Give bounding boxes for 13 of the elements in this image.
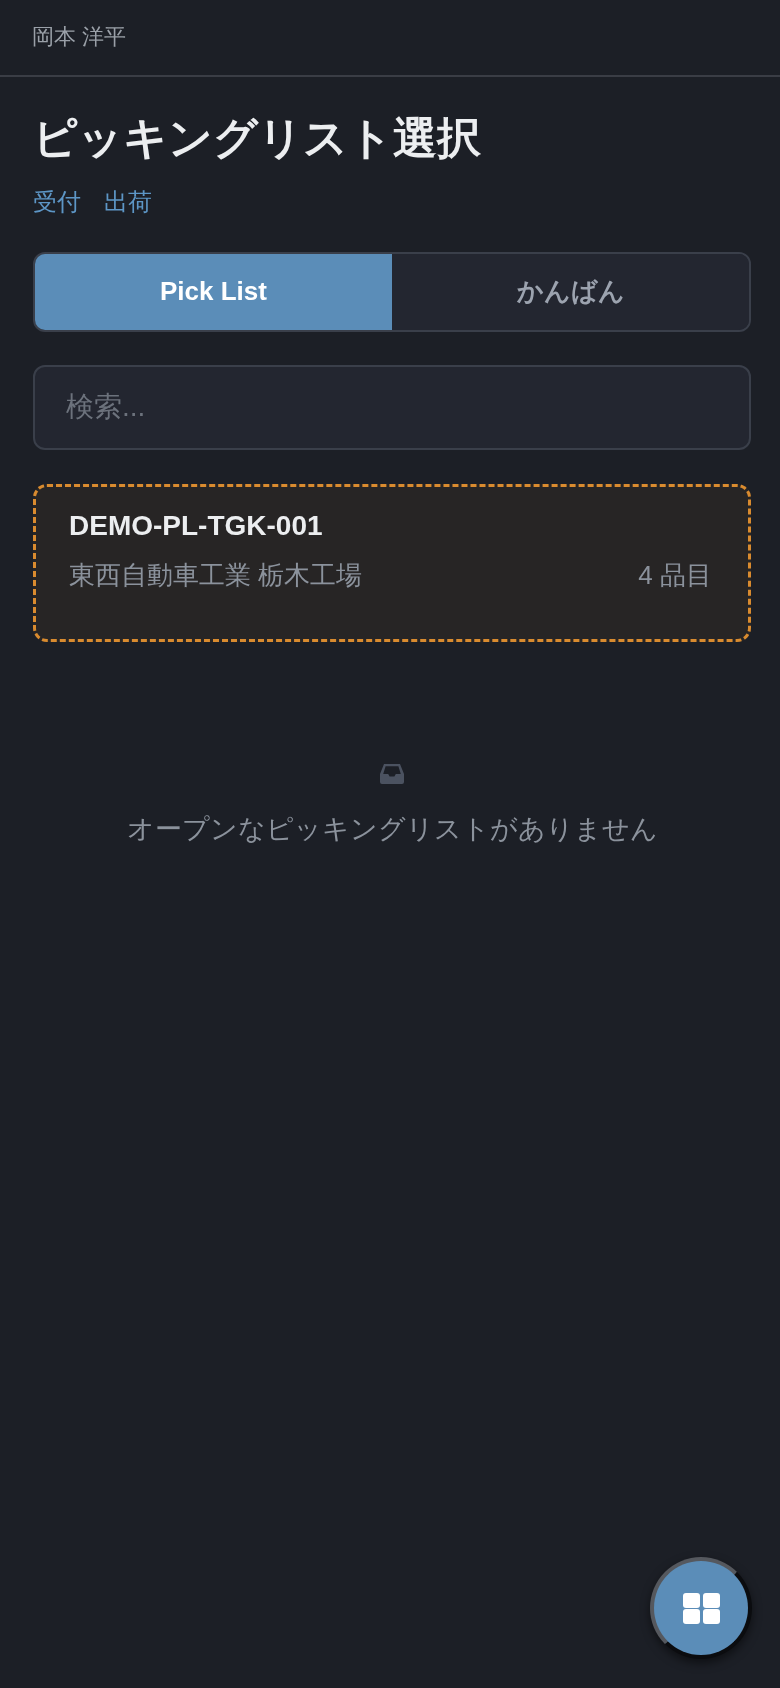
pick-list-card[interactable]: DEMO-PL-TGK-001 東西自動車工業 栃木工場 4 品目 bbox=[33, 483, 751, 642]
nav-link[interactable]: 出荷 bbox=[104, 183, 152, 220]
search-field[interactable]: 検索... bbox=[33, 364, 751, 450]
grid-icon bbox=[682, 1592, 720, 1624]
pick-list-code: DEMO-PL-TGK-001 bbox=[69, 508, 324, 543]
page-title: ピッキングリスト選択 bbox=[33, 112, 482, 164]
tab[interactable]: Pick List bbox=[35, 253, 392, 330]
customer-name: 東西自動車工業 栃木工場 bbox=[69, 559, 363, 593]
inbox-icon bbox=[380, 763, 404, 784]
nav-link[interactable]: 受付 bbox=[33, 183, 81, 220]
empty-message: オープンなピッキングリストがありません bbox=[126, 812, 658, 846]
user-name: 岡本 洋平 bbox=[32, 24, 127, 51]
item-count: 4 品目 bbox=[638, 559, 712, 593]
